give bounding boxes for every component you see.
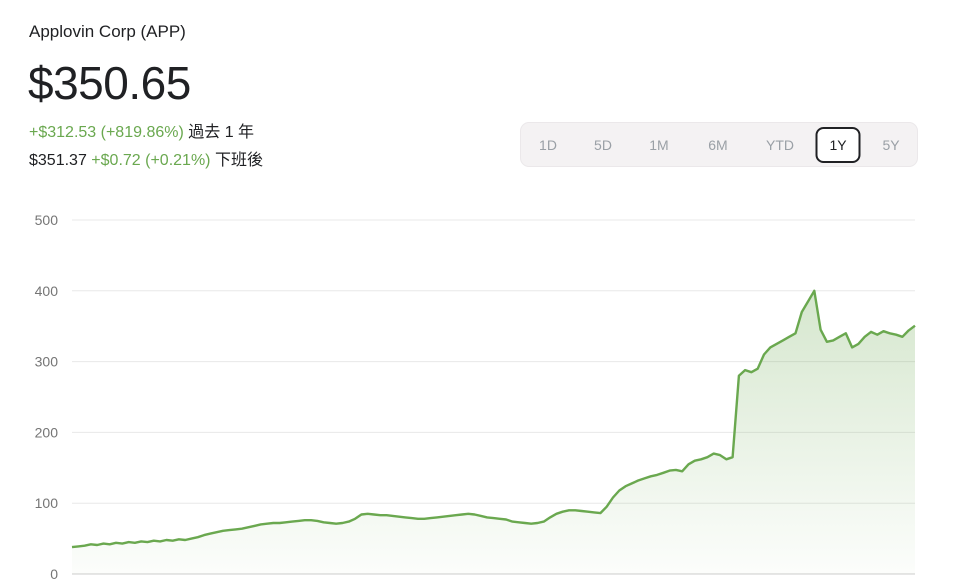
time-range-selector: 1D 5D 1M 6M YTD 1Y 5Y	[520, 122, 918, 167]
price-change: +$312.53 (+819.86%)	[29, 124, 184, 141]
price-change-row: +$312.53 (+819.86%) 過去 1 年	[29, 118, 254, 142]
y-axis-labels: 0 100 200 300 400 500	[35, 212, 59, 579]
range-button-5d[interactable]: 5D	[594, 128, 612, 162]
after-hours-change: +$0.72 (+0.21%)	[91, 152, 211, 169]
after-hours-label: 下班後	[214, 152, 263, 169]
y-tick-label: 300	[35, 354, 59, 370]
y-tick-label: 0	[50, 566, 58, 579]
range-button-6m[interactable]: 6M	[708, 128, 727, 162]
range-button-1d[interactable]: 1D	[539, 128, 557, 162]
range-button-1m[interactable]: 1M	[649, 128, 668, 162]
current-price: $350.65	[28, 57, 191, 109]
y-tick-label: 100	[35, 495, 59, 511]
range-button-ytd[interactable]: YTD	[766, 128, 794, 162]
price-chart[interactable]: 0 100 200 300 400 500	[0, 195, 973, 579]
y-tick-label: 500	[35, 212, 59, 228]
y-tick-label: 400	[35, 283, 59, 299]
y-tick-label: 200	[35, 424, 59, 440]
stock-title: Applovin Corp (APP)	[29, 22, 186, 41]
range-button-5y[interactable]: 5Y	[882, 128, 899, 162]
after-hours-price: $351.37	[29, 152, 87, 169]
range-button-1y[interactable]: 1Y	[815, 127, 861, 163]
after-hours-row: $351.37 +$0.72 (+0.21%) 下班後	[29, 146, 263, 170]
change-period: 過去 1 年	[188, 124, 255, 141]
